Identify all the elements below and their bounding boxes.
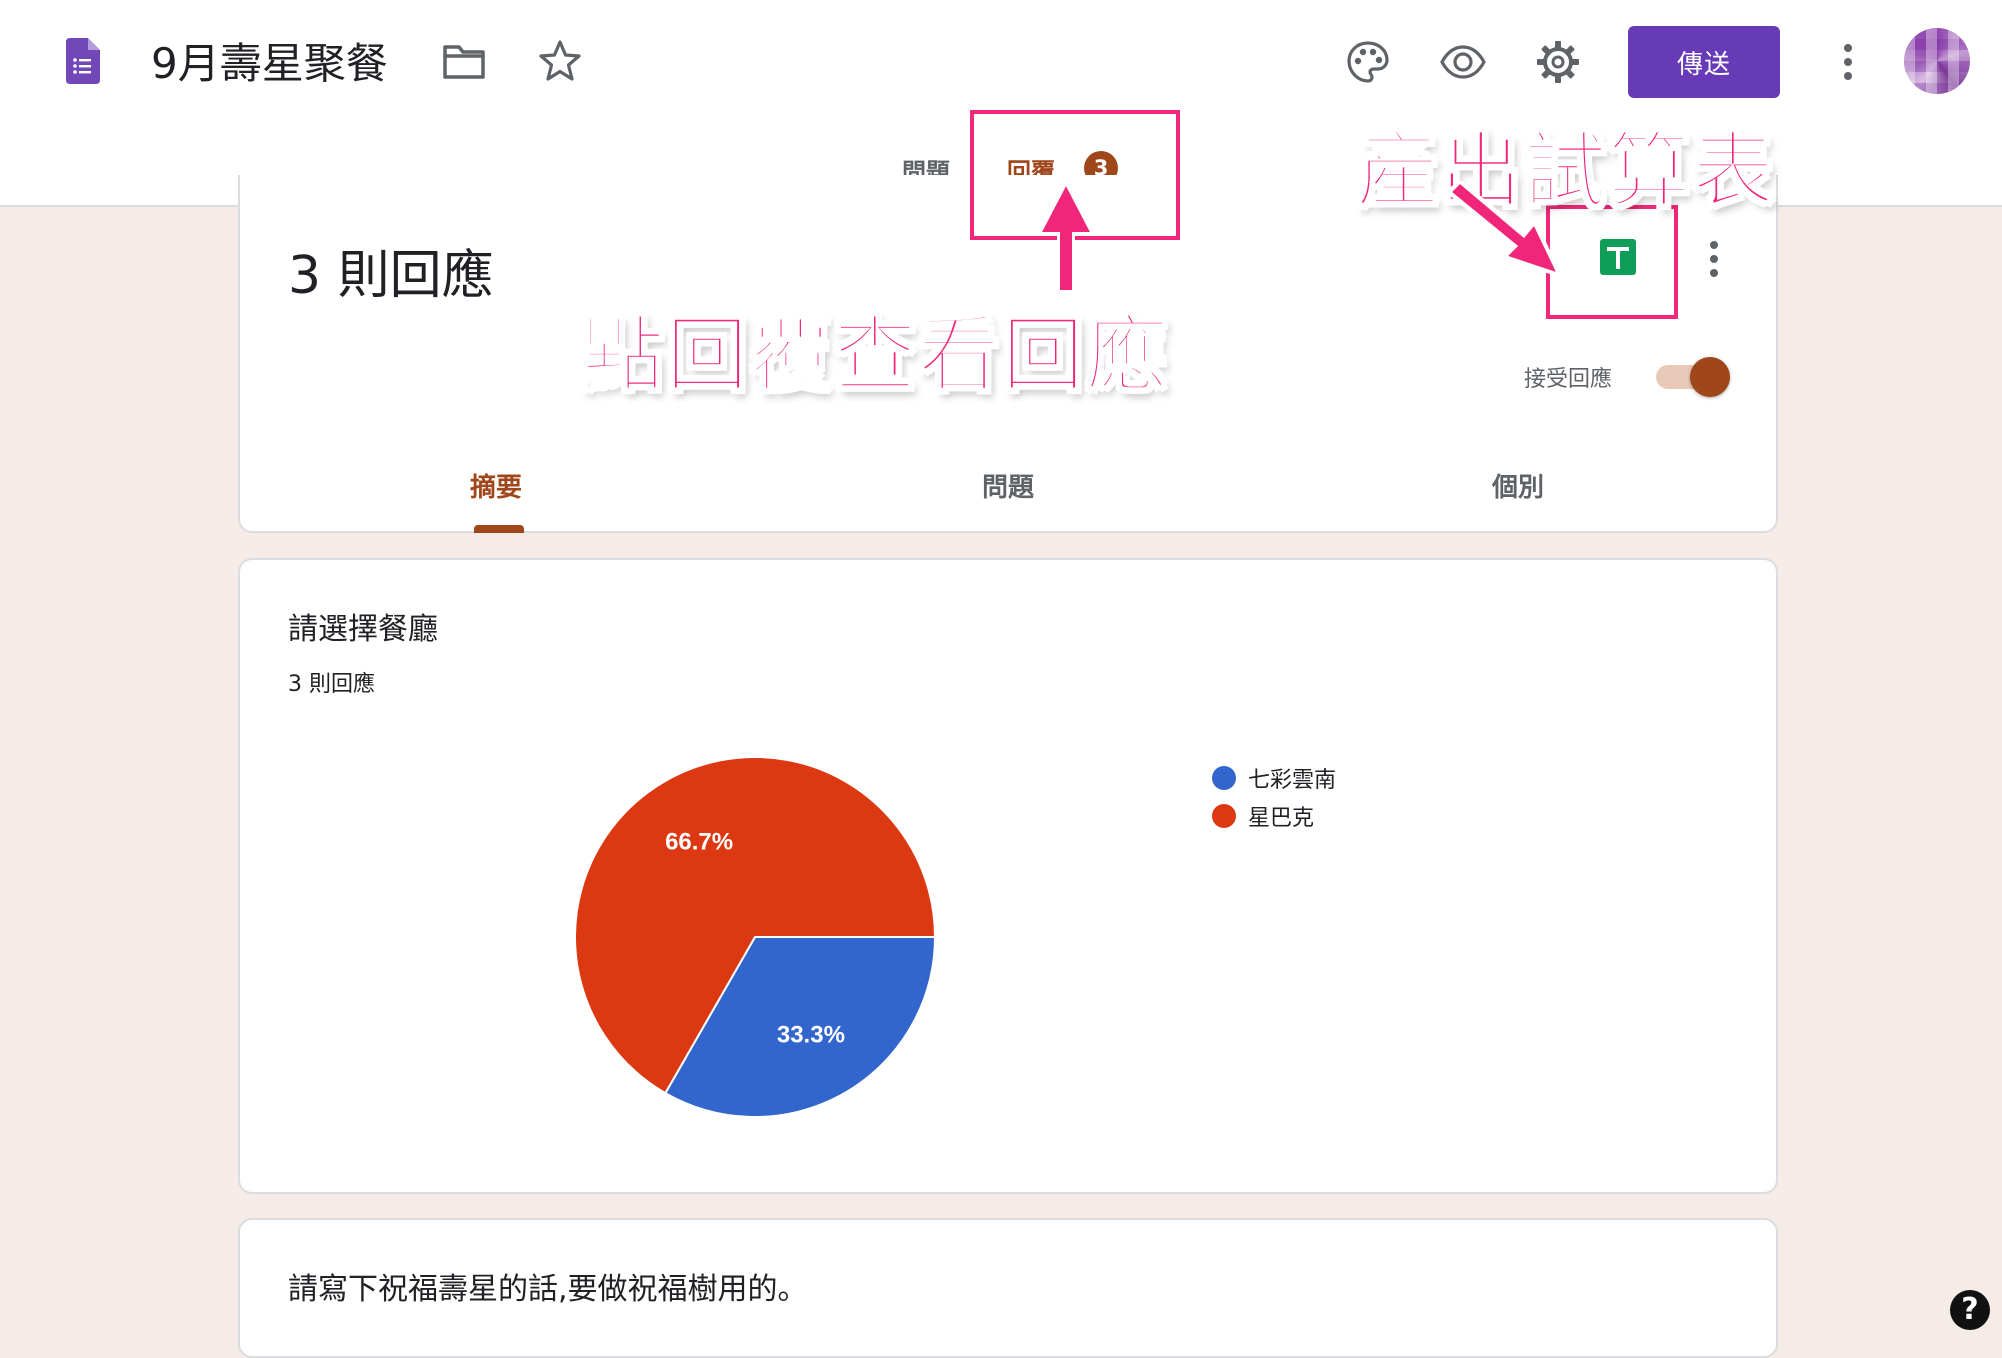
annotation-box-responses — [970, 110, 1180, 240]
legend-swatch — [1212, 804, 1236, 828]
question-card: 請選擇餐廳 3 則回應 33.3% 66.7% 七彩雲南星巴克 — [238, 558, 1778, 1194]
responses-count-title: 3 則回應 — [288, 246, 494, 306]
help-icon[interactable]: ? — [1950, 1290, 1990, 1330]
question-response-count: 3 則回應 — [288, 672, 375, 697]
pie-chart: 33.3% 66.7% — [574, 756, 937, 1118]
subtab-active-indicator — [474, 525, 524, 533]
send-button[interactable]: 傳送 — [1628, 26, 1780, 98]
subtab-questions[interactable]: 問題 — [982, 467, 1034, 504]
accept-responses-label: 接受回應 — [1524, 367, 1613, 392]
subtab-individual[interactable]: 個別 — [1492, 467, 1544, 504]
annotation-click-text: 點回覆查看回應 — [581, 307, 1171, 404]
forms-logo-icon[interactable] — [66, 38, 100, 84]
legend-swatch — [1212, 766, 1236, 790]
annotation-export-text: 產出試算表 — [1355, 123, 1777, 220]
question-title: 請選擇餐廳 — [288, 612, 438, 647]
form-title[interactable]: 9月壽星聚餐 — [151, 30, 388, 91]
question-title: 請寫下祝福壽星的話,要做祝福樹用的。 — [288, 1272, 808, 1307]
pie-slice-label: 33.3% — [777, 1022, 845, 1049]
eye-icon[interactable] — [1440, 39, 1486, 85]
more-vert-icon[interactable] — [1842, 44, 1854, 84]
avatar[interactable] — [1904, 28, 1970, 94]
folder-icon[interactable] — [442, 44, 486, 80]
star-icon[interactable] — [537, 38, 583, 84]
accept-responses-toggle[interactable] — [1656, 357, 1730, 397]
subtab-summary[interactable]: 摘要 — [470, 467, 522, 504]
gear-icon[interactable] — [1535, 39, 1581, 85]
legend-label: 星巴克 — [1248, 806, 1315, 831]
responses-more-icon[interactable] — [1708, 241, 1720, 281]
legend-label: 七彩雲南 — [1248, 768, 1337, 793]
question-card: 請寫下祝福壽星的話,要做祝福樹用的。 — [238, 1218, 1778, 1358]
palette-icon[interactable] — [1345, 39, 1391, 85]
pie-slice-label: 66.7% — [665, 828, 733, 855]
